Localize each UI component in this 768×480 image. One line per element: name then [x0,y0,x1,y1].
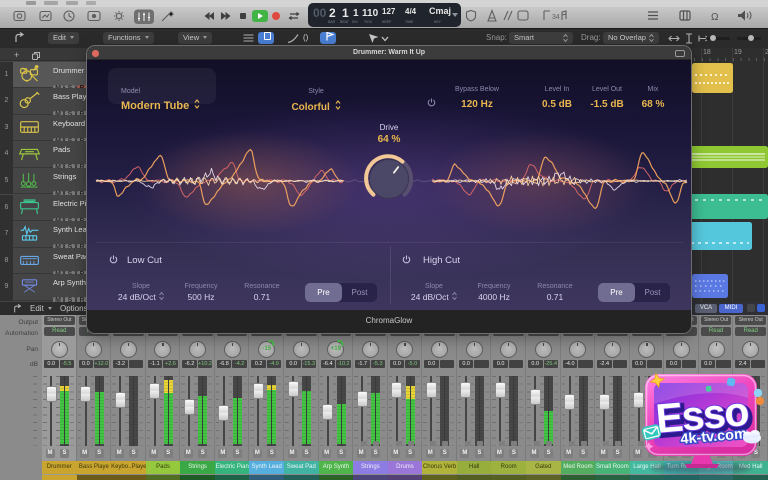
svg-text:Ω: Ω [711,12,719,23]
svg-text:34: 34 [552,14,560,21]
